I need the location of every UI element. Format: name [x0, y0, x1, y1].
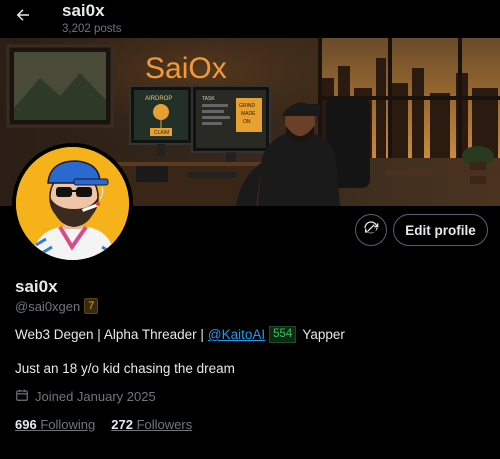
profile-bio: Web3 Degen | Alpha Threader | @KaitoAI 5…	[15, 326, 345, 343]
profile-display-name: sai0x	[15, 277, 58, 296]
followers-link[interactable]: 272 Followers	[111, 417, 192, 432]
following-link[interactable]: 696 Following	[15, 417, 95, 432]
svg-text:MADE: MADE	[241, 111, 256, 117]
svg-text:TASK: TASK	[202, 96, 215, 102]
following-label: Following	[40, 417, 96, 432]
refresh-icon	[363, 220, 379, 241]
followers-label: Followers	[136, 417, 193, 432]
arrow-left-icon	[14, 6, 32, 29]
follow-stats: 696 Following 272 Followers	[15, 417, 192, 432]
joined-date: Joined January 2025	[35, 389, 156, 404]
svg-text:ON: ON	[243, 119, 251, 125]
svg-text:CLAIM: CLAIM	[154, 130, 169, 136]
profile-handle-row: @sai0xgen 7	[15, 298, 99, 314]
edit-profile-button[interactable]: Edit profile	[393, 214, 488, 246]
joined-date-row: Joined January 2025	[15, 388, 156, 405]
profile-header: sai0x 3,202 posts	[0, 0, 500, 38]
bio-mention-link[interactable]: @KaitoAI	[208, 327, 265, 342]
banner-neon-text: SaiOx	[145, 52, 227, 85]
bio-suffix: Yapper	[302, 327, 345, 342]
profile-handle: @sai0xgen	[15, 298, 81, 314]
calendar-icon	[15, 388, 29, 405]
followers-count: 272	[111, 417, 133, 432]
bio-text: Web3 Degen | Alpha Threader |	[15, 327, 204, 342]
refresh-button[interactable]	[355, 214, 387, 246]
handle-badge: 7	[84, 298, 99, 314]
bio-badge: 554	[269, 326, 297, 343]
following-count: 696	[15, 417, 37, 432]
header-post-count: 3,202 posts	[62, 23, 122, 35]
back-button[interactable]	[12, 6, 34, 28]
header-display-name: sai0x	[62, 1, 105, 20]
profile-avatar[interactable]	[12, 143, 133, 264]
svg-text:AIRDROP: AIRDROP	[145, 96, 172, 102]
svg-text:GRIND: GRIND	[239, 103, 256, 109]
bio-line-2: Just an 18 y/o kid chasing the dream	[15, 361, 235, 376]
avatar-image	[16, 147, 129, 260]
